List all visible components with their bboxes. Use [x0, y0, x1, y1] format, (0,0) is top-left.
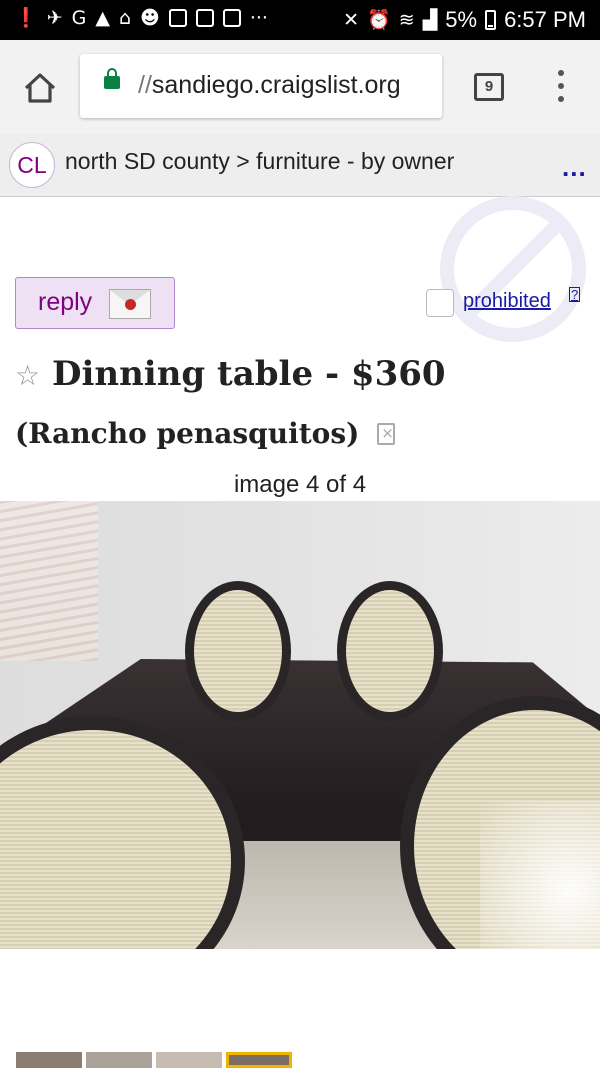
overflow-menu-icon[interactable] — [554, 70, 568, 102]
reply-label: reply — [38, 288, 93, 316]
site-header: CL north SD county > furniture - by owne… — [0, 134, 600, 197]
reply-button[interactable]: reply — [15, 277, 175, 329]
favorite-star-icon[interactable]: ☆ — [15, 359, 40, 392]
image-counter: image 4 of 4 — [233, 471, 367, 498]
robot-icon: ☻ — [140, 7, 160, 29]
home-icon: ⌂ — [118, 7, 132, 29]
prohibited-checkbox[interactable] — [426, 289, 454, 317]
address-bar[interactable]: //sandiego.craigslist.org — [80, 54, 442, 118]
status-bar: ❗ ✈ G ▲ ⌂ ☻ ··· ✕ ⏰ ≋ ▟ 5% 6:57 PM — [0, 0, 600, 40]
alarm-icon: ⏰ — [367, 9, 391, 31]
battery-icon — [485, 10, 497, 30]
mute-icon: ✕ — [343, 9, 360, 31]
tab-switcher-button[interactable]: 9 — [474, 73, 504, 101]
title-separator: - — [324, 354, 340, 394]
posting-title-text: Dinning table — [51, 354, 314, 394]
alert-icon: ❗ — [14, 7, 38, 29]
system-status: ✕ ⏰ ≋ ▟ 5% 6:57 PM — [343, 7, 586, 33]
prohibited-link[interactable]: prohibited — [463, 290, 551, 313]
chair-shape — [185, 581, 291, 721]
more-icon: ··· — [249, 7, 268, 29]
facebook-icon — [168, 9, 187, 27]
hide-posting-icon[interactable] — [377, 423, 396, 445]
wifi-icon: ≋ — [398, 9, 415, 31]
clock: 6:57 PM — [504, 7, 586, 32]
lock-icon — [104, 68, 120, 89]
google-icon: G — [71, 7, 87, 29]
image-icon — [222, 9, 241, 27]
chair-shape — [337, 581, 443, 721]
posting-location: (Rancho penasquitos) — [15, 417, 360, 450]
arrow-icon: ▲ — [95, 7, 110, 29]
listing-photo[interactable] — [0, 501, 600, 949]
craigslist-logo[interactable]: CL — [9, 142, 55, 188]
battery-percent: 5% — [445, 7, 478, 32]
url-scheme: // — [138, 71, 152, 99]
signal-icon: ▟ — [422, 9, 438, 31]
posting-title: ☆ Dinning table - $360 (Rancho penasquit… — [15, 346, 585, 462]
posting-price: $360 — [350, 354, 446, 394]
notification-icons: ❗ ✈ G ▲ ⌂ ☻ ··· — [14, 8, 268, 28]
url-text[interactable]: //sandiego.craigslist.org — [138, 71, 401, 100]
browser-toolbar: //sandiego.craigslist.org 9 — [0, 40, 600, 134]
home-icon[interactable] — [20, 68, 60, 108]
help-link[interactable]: ? — [569, 287, 581, 302]
url-host: sandiego.craigslist.org — [151, 71, 401, 99]
more-menu-icon[interactable]: ... — [562, 152, 587, 183]
run-icon: ✈ — [46, 7, 63, 29]
breadcrumb[interactable]: north SD county > furniture - by owner — [65, 148, 454, 175]
envelope-icon — [109, 289, 151, 319]
facebook-icon — [195, 9, 214, 27]
